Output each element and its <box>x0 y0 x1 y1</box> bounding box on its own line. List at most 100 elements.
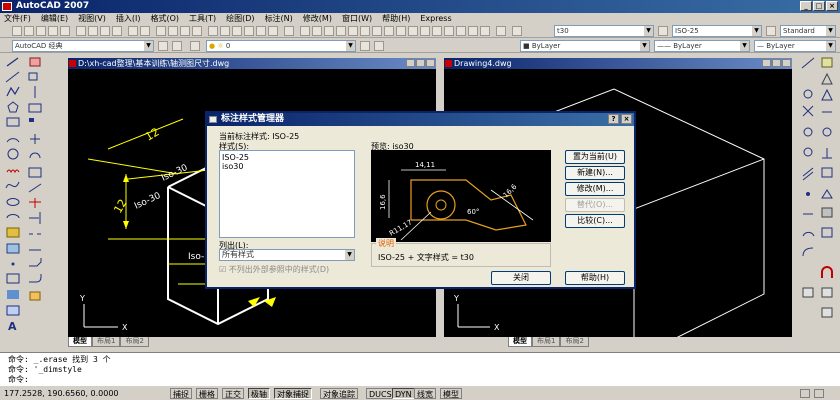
dim-style-select[interactable]: ISO-25 ▼ <box>672 25 762 37</box>
set-current-button[interactable]: 置为当前(U) <box>565 150 625 164</box>
offset-icon[interactable] <box>28 103 42 113</box>
snap-quadrant-icon[interactable] <box>822 127 832 137</box>
radius-dim-icon[interactable] <box>348 26 358 36</box>
snap-endpoint-icon[interactable] <box>803 89 813 99</box>
layer-previous-icon[interactable] <box>374 41 384 51</box>
chevron-down-icon[interactable]: ▼ <box>346 41 355 51</box>
close-dialog-button[interactable]: 关闭 <box>491 271 551 285</box>
chevron-down-icon[interactable]: ▼ <box>826 41 835 51</box>
menu-draw[interactable]: 绘图(D) <box>226 13 254 24</box>
gradient-icon[interactable] <box>7 290 19 299</box>
circle-icon[interactable] <box>7 148 19 160</box>
table-icon[interactable] <box>821 227 833 238</box>
right-line-icon[interactable] <box>801 57 815 69</box>
help-question-button[interactable]: ? <box>608 114 619 124</box>
tab-layout2[interactable]: 布局2 <box>120 337 149 347</box>
ucs-icon[interactable] <box>821 57 833 68</box>
menu-insert[interactable]: 插入(I) <box>116 13 141 24</box>
compare-styles-button[interactable]: 比较(C)... <box>565 214 625 228</box>
styles-list[interactable]: ISO-25 iso30 <box>219 150 355 238</box>
ellipse-icon[interactable] <box>6 198 20 206</box>
osnap-toggle[interactable]: 对象捕捉 <box>274 388 312 399</box>
close-button[interactable]: × <box>826 1 838 11</box>
command-prompt[interactable]: 命令: <box>8 375 840 385</box>
construction-line-icon[interactable] <box>5 71 20 83</box>
left-close-button[interactable] <box>426 59 435 67</box>
xref-checkbox[interactable]: ☑ 不列出外部参照中的样式(D) <box>219 264 329 275</box>
snap-center-icon[interactable] <box>803 127 813 137</box>
snap-midpoint-icon[interactable] <box>821 88 833 101</box>
menu-view[interactable]: 视图(V) <box>78 13 106 24</box>
linetype-select[interactable]: —— ByLayer ▼ <box>654 40 750 52</box>
erase-icon[interactable] <box>29 57 41 67</box>
multiline-text-icon[interactable]: A <box>8 320 17 333</box>
markup-icon[interactable] <box>256 26 266 36</box>
calculator-icon[interactable] <box>268 26 278 36</box>
right-maximize-button[interactable] <box>772 59 781 67</box>
dialog-close-button[interactable]: × <box>621 114 632 124</box>
lineweight-select[interactable]: — ByLayer ▼ <box>754 40 836 52</box>
menu-edit[interactable]: 编辑(E) <box>41 13 68 24</box>
stretch-icon[interactable] <box>28 183 42 193</box>
copy-icon[interactable] <box>88 26 98 36</box>
snap-tangent-icon[interactable] <box>803 147 813 157</box>
revision-cloud-icon[interactable] <box>6 169 20 174</box>
ellipse-arc-icon[interactable] <box>6 214 20 219</box>
cut-icon[interactable] <box>76 26 86 36</box>
menu-dimension[interactable]: 标注(N) <box>265 13 293 24</box>
tolerance-icon[interactable] <box>432 26 442 36</box>
hatch-icon[interactable] <box>6 273 20 284</box>
modify-style-button[interactable]: 修改(M)... <box>565 182 625 196</box>
attribute-icon[interactable] <box>821 287 833 298</box>
match-properties-icon[interactable] <box>112 26 122 36</box>
dim-edit-icon[interactable] <box>456 26 466 36</box>
table-style-select[interactable]: Standard ▼ <box>780 25 836 37</box>
snap-insert-icon[interactable] <box>821 167 833 178</box>
move-icon[interactable] <box>30 134 40 144</box>
pan-icon[interactable] <box>156 26 166 36</box>
zoom-previous-icon[interactable] <box>192 26 202 36</box>
properties-icon[interactable] <box>208 26 218 36</box>
chamfer-icon[interactable] <box>29 258 42 267</box>
lineweight-toggle[interactable]: 线宽 <box>414 388 436 399</box>
copy-object-icon[interactable] <box>28 72 38 81</box>
make-current-layer-icon[interactable] <box>360 41 370 51</box>
make-block-icon[interactable] <box>6 243 20 254</box>
polygon-icon[interactable] <box>7 101 19 113</box>
baseline-dim-icon[interactable] <box>408 26 418 36</box>
polar-toggle[interactable]: 极轴 <box>248 388 270 399</box>
workspace-settings-icon[interactable] <box>158 41 168 51</box>
rectangle-icon[interactable] <box>6 117 20 127</box>
left-maximize-button[interactable] <box>416 59 425 67</box>
xref-icon[interactable] <box>821 307 833 318</box>
preview-icon[interactable] <box>60 26 70 36</box>
snap-parallel-icon[interactable] <box>802 167 814 181</box>
tab-layout1[interactable]: 布局1 <box>532 337 561 347</box>
tool-palettes-icon[interactable] <box>232 26 242 36</box>
spline-icon[interactable] <box>5 181 20 189</box>
snap-nearest-icon[interactable] <box>821 189 833 199</box>
text-style-icon[interactable] <box>512 26 522 36</box>
menu-modify[interactable]: 修改(M) <box>303 13 332 24</box>
restore-button[interactable]: □ <box>813 1 825 11</box>
menu-window[interactable]: 窗口(W) <box>342 13 372 24</box>
undo-icon[interactable] <box>128 26 138 36</box>
print-icon[interactable] <box>48 26 58 36</box>
chevron-down-icon[interactable]: ▼ <box>740 41 749 51</box>
layer-state-icon[interactable] <box>190 41 200 51</box>
magnet-icon[interactable] <box>821 266 833 278</box>
help-icon[interactable] <box>284 26 294 36</box>
quick-dim-icon[interactable] <box>396 26 406 36</box>
table-style-icon[interactable] <box>766 26 776 36</box>
tab-layout2[interactable]: 布局2 <box>560 337 589 347</box>
design-center-icon[interactable] <box>220 26 230 36</box>
angular-dim-icon[interactable] <box>384 26 394 36</box>
left-minimize-button[interactable] <box>406 59 415 67</box>
new-style-button[interactable]: 新建(N)... <box>565 166 625 180</box>
explode-icon[interactable] <box>29 291 41 301</box>
continue-dim-icon[interactable] <box>420 26 430 36</box>
chevron-down-icon[interactable]: ▼ <box>144 41 153 51</box>
tab-model[interactable]: 模型 <box>68 337 92 347</box>
snap-node-icon[interactable] <box>806 192 810 196</box>
right-minimize-button[interactable] <box>762 59 771 67</box>
